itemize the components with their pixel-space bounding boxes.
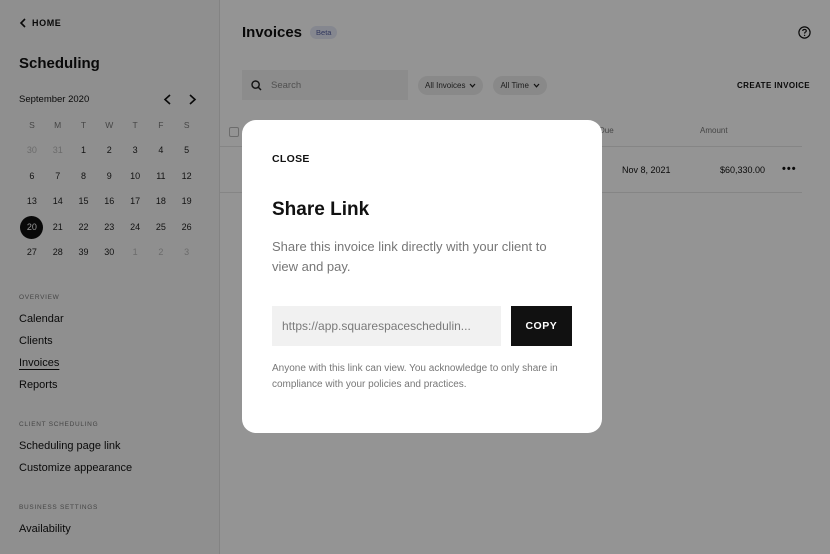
- share-link-modal: CLOSE Share Link Share this invoice link…: [242, 120, 602, 433]
- modal-title: Share Link: [272, 199, 370, 220]
- share-link-field[interactable]: https://app.squarespaceschedulin...: [272, 306, 501, 346]
- share-link-note: Anyone with this link can view. You ackn…: [272, 363, 558, 390]
- share-link-row: https://app.squarespaceschedulin... COPY: [272, 306, 572, 346]
- modal-description: Share this invoice link directly with yo…: [272, 239, 547, 274]
- copy-button[interactable]: COPY: [510, 306, 572, 346]
- close-button[interactable]: CLOSE: [272, 153, 310, 165]
